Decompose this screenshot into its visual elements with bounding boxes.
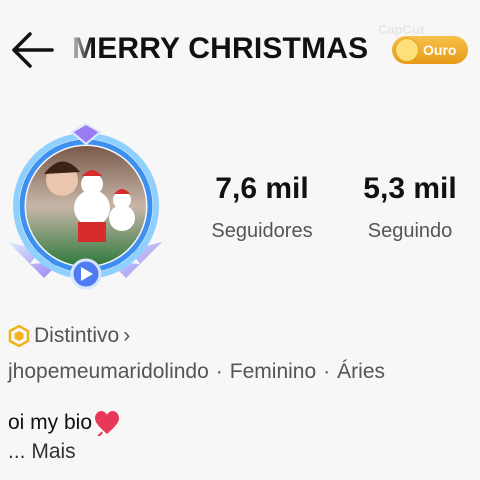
username: jhopemeumaridolindo [8,360,209,383]
avatar[interactable] [0,122,170,302]
ouro-badge[interactable]: Ouro [392,36,468,64]
distintivo-label: Distintivo [34,324,120,347]
chevron-right-icon: › [123,324,131,347]
watermark-text: CapCut [378,22,425,37]
coin-icon [395,38,419,62]
followers-count: 7,6 mil [215,172,309,205]
followers-label: Seguidores [211,220,313,242]
hexagon-badge-icon [8,325,30,347]
heart-icon [95,411,120,436]
bio-label: oi my bio [8,411,93,434]
separator: · [323,360,331,383]
avatar-frame [8,122,162,290]
zodiac-sign: Áries [337,360,386,383]
title-fade [66,30,92,70]
back-arrow-icon [12,32,54,68]
gender: Feminino [229,360,317,383]
profile-meta: jhopemeumaridolindo · Feminino · Áries [8,360,385,384]
profile-title: MERRY CHRISTMAS [72,32,369,65]
bio-text: oi my bio [8,410,120,436]
bio-more-button[interactable]: ... Mais [8,440,76,464]
back-button[interactable] [8,28,56,72]
following-count: 5,3 mil [363,172,457,205]
separator: · [215,360,223,383]
distintivo-link[interactable]: Distintivo › [8,324,130,348]
following-label: Seguindo [367,220,453,242]
profile-header: MERRY CHRISTMAS CapCut Ouro [0,0,480,100]
followers-stat[interactable]: 7,6 mil Seguidores [198,172,326,243]
following-stat[interactable]: 5,3 mil Seguindo [352,172,468,243]
badge-label: Ouro [423,42,457,58]
